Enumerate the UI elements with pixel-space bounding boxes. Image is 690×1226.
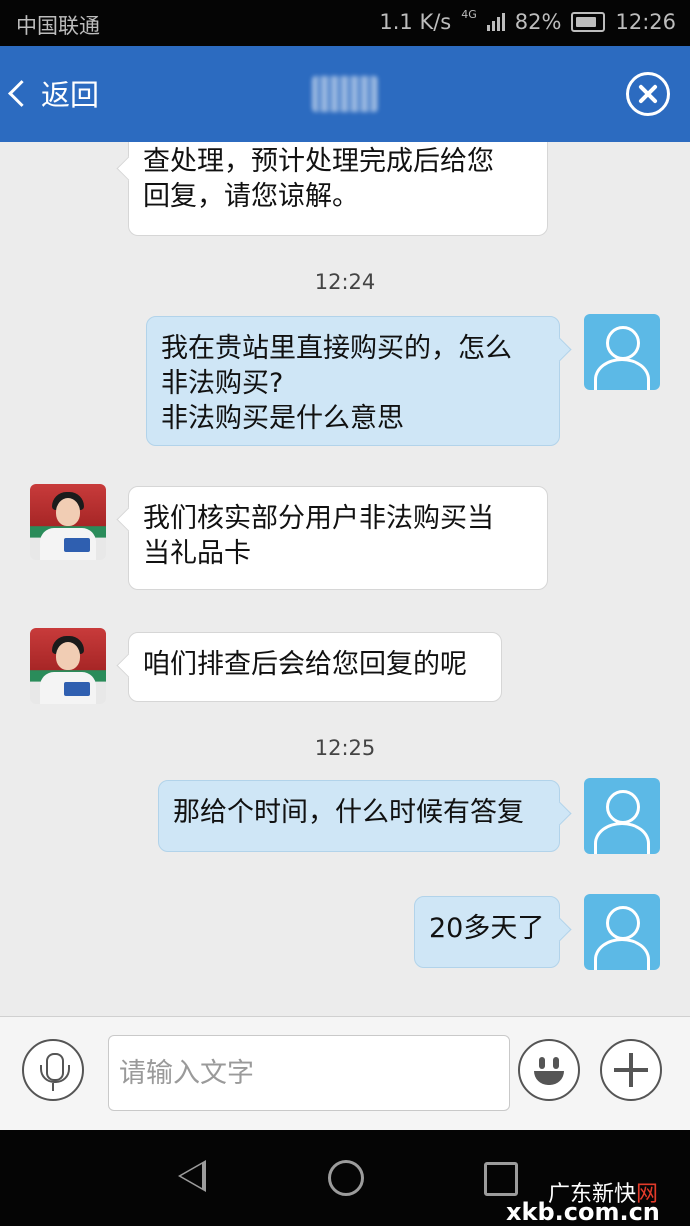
message-line: 回复，请您谅解。 (143, 181, 359, 212)
close-icon[interactable] (626, 72, 670, 116)
agent-message-bubble: 我们核实部分用户非法购买当 当礼品卡 (128, 486, 548, 590)
message-line: 当礼品卡 (143, 538, 251, 569)
battery-percent: 82% (514, 10, 562, 34)
user-shoulders-icon (594, 358, 650, 390)
message-line: 非法购买是什么意思 (161, 403, 404, 434)
user-head-icon (606, 906, 640, 940)
clock: 12:26 (615, 10, 676, 34)
emoji-icon[interactable] (518, 1039, 580, 1101)
agent-avatar[interactable] (30, 484, 106, 560)
user-avatar[interactable] (584, 778, 660, 854)
message-timestamp: 12:25 (314, 736, 376, 760)
agent-message-bubble: 查处理，预计处理完成后给您 回复，请您谅解。 (128, 142, 548, 236)
agent-message-bubble: 咱们排查后会给您回复的呢 (128, 632, 502, 702)
message-line: 非法购买? (161, 368, 284, 399)
message-line: 20多天了 (429, 913, 545, 944)
status-right: 1.1 K/s 4G 82% 12:26 (379, 7, 676, 35)
user-message-bubble: 我在贵站里直接购买的，怎么 非法购买? 非法购买是什么意思 (146, 316, 560, 446)
message-line: 那给个时间，什么时候有答复 (173, 797, 524, 828)
chevron-left-icon (8, 79, 35, 107)
user-avatar[interactable] (584, 314, 660, 390)
message-line: 查处理，预计处理完成后给您 (143, 146, 494, 177)
user-avatar[interactable] (584, 894, 660, 970)
microphone-icon[interactable] (22, 1039, 84, 1101)
user-head-icon (606, 790, 640, 824)
nav-bar: 返回 (0, 46, 690, 142)
system-home-icon[interactable] (328, 1160, 364, 1196)
battery-icon (571, 12, 606, 32)
message-line: 我们核实部分用户非法购买当 (143, 503, 494, 534)
status-bar: 中国联通 1.1 K/s 4G 82% 12:26 (0, 0, 690, 46)
message-timestamp: 12:24 (314, 270, 376, 294)
back-label: 返回 (41, 78, 100, 112)
plus-icon[interactable] (600, 1039, 662, 1101)
carrier-name: 中国联通 (16, 14, 100, 38)
watermark-url: xkb.com.cn (506, 1198, 660, 1226)
user-message-bubble: 那给个时间，什么时候有答复 (158, 780, 560, 852)
user-head-icon (606, 326, 640, 360)
agent-avatar[interactable] (30, 628, 106, 704)
network-type: 4G (461, 7, 477, 21)
input-bar (0, 1016, 690, 1131)
network-speed: 1.1 K/s (379, 10, 452, 34)
contact-name-blurred (312, 76, 378, 112)
message-line: 我在贵站里直接购买的，怎么 (161, 333, 512, 364)
system-back-icon[interactable] (178, 1160, 206, 1192)
message-input[interactable] (108, 1035, 510, 1111)
user-shoulders-icon (594, 822, 650, 854)
system-recent-apps-icon[interactable] (484, 1162, 518, 1196)
back-button[interactable]: 返回 (8, 72, 100, 114)
user-message-bubble: 20多天了 (414, 896, 560, 968)
signal-icon (486, 13, 505, 31)
user-shoulders-icon (594, 938, 650, 970)
message-line: 咱们排查后会给您回复的呢 (143, 649, 467, 680)
chat-area[interactable]: 查处理，预计处理完成后给您 回复，请您谅解。 12:24 我在贵站里直接购买的，… (0, 142, 690, 1016)
